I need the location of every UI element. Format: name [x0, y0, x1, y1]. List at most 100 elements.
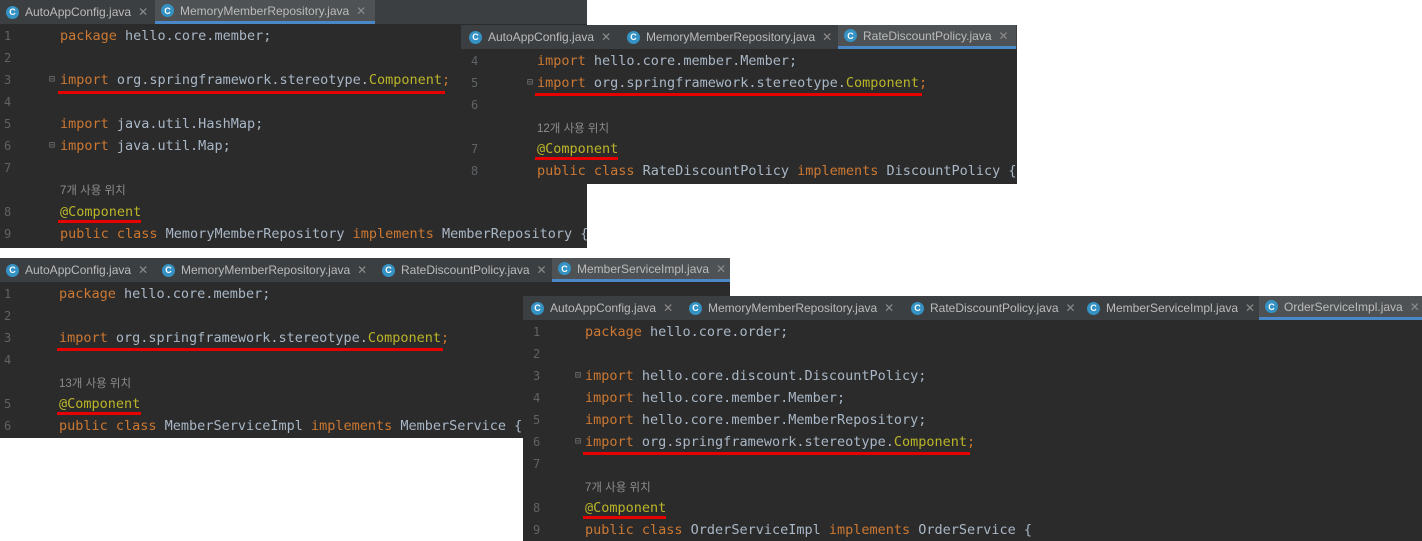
close-icon[interactable]: ✕ — [716, 262, 726, 276]
code-text: org.springframework.stereotype. — [585, 75, 846, 91]
tab-ratediscountpolicy[interactable]: C RateDiscountPolicy.java ✕ — [838, 25, 1016, 49]
tab-ratediscountpolicy[interactable]: C RateDiscountPolicy.java ✕ — [376, 258, 550, 282]
keyword: public class — [60, 226, 158, 242]
code-text: org.springframework.stereotype. — [633, 434, 894, 450]
keyword: implements — [797, 163, 879, 179]
annotation: @Component — [537, 141, 619, 157]
tab-autoappconfig[interactable]: C AutoAppConfig.java ✕ — [525, 296, 681, 320]
close-icon[interactable]: ✕ — [357, 263, 367, 277]
line-number: 4 — [533, 391, 541, 405]
fold-icon[interactable]: ⊟ — [575, 365, 581, 387]
tab-label: MemberServiceImpl.java — [577, 261, 710, 276]
red-underline — [57, 412, 141, 415]
code-text: DiscountPolicy { — [878, 163, 1017, 179]
fold-icon[interactable]: ⊟ — [527, 72, 533, 94]
fold-icon[interactable]: ⊟ — [575, 431, 581, 453]
close-icon[interactable]: ✕ — [138, 5, 148, 19]
line-number: 2 — [533, 347, 541, 361]
line-number: 4 — [4, 353, 12, 367]
fold-icon[interactable]: ⊟ — [49, 69, 55, 91]
usage-hint[interactable]: 12개 사용 위치 — [537, 120, 609, 136]
close-icon[interactable]: ✕ — [822, 30, 832, 44]
line-number: 8 — [471, 164, 479, 178]
close-icon[interactable]: ✕ — [884, 301, 894, 315]
line-number: 4 — [471, 54, 479, 68]
editor-panel-rate-discount-policy: C AutoAppConfig.java ✕ C MemoryMemberRep… — [461, 25, 1017, 184]
keyword: import — [585, 434, 634, 450]
code-text: hello.core.member.Member; — [585, 53, 798, 69]
line-number: 3 — [533, 369, 541, 383]
line-number: 5 — [4, 117, 12, 131]
tab-autoappconfig[interactable]: C AutoAppConfig.java ✕ — [0, 258, 154, 282]
tab-autoappconfig[interactable]: C AutoAppConfig.java ✕ — [463, 25, 619, 49]
tab-label: RateDiscountPolicy.java — [863, 28, 992, 43]
keyword: package — [585, 324, 642, 340]
line-number: 4 — [4, 95, 12, 109]
tab-bar: C AutoAppConfig.java ✕ C MemoryMemberRep… — [523, 296, 1422, 320]
line-number: 3 — [4, 331, 12, 345]
tab-memberserviceimpl[interactable]: C MemberServiceImpl.java ✕ — [1081, 296, 1257, 320]
keyword: implements — [828, 522, 911, 538]
line-number: 5 — [533, 413, 541, 427]
tab-orderserviceimpl[interactable]: C OrderServiceImpl.java ✕ — [1259, 296, 1422, 320]
java-class-icon: C — [1087, 301, 1100, 315]
code-text: org.springframework.stereotype. — [107, 330, 368, 346]
java-class-icon: C — [382, 263, 395, 277]
line-number: 7 — [4, 161, 12, 175]
close-icon[interactable]: ✕ — [999, 29, 1009, 43]
fold-icon[interactable]: ⊟ — [49, 135, 55, 157]
line-number: 7 — [533, 457, 541, 471]
java-class-icon: C — [689, 301, 702, 315]
tab-memberserviceimpl[interactable]: C MemberServiceImpl.java ✕ — [552, 258, 730, 282]
code-text: java.util.HashMap; — [108, 116, 264, 132]
line-number: 6 — [533, 435, 541, 449]
java-class-icon: C — [627, 30, 640, 44]
usage-hint[interactable]: 7개 사용 위치 — [60, 182, 126, 198]
tab-memorymemberrepository[interactable]: C MemoryMemberRepository.java ✕ — [156, 258, 374, 282]
tab-bar: C AutoAppConfig.java ✕ C MemoryMemberRep… — [0, 258, 730, 282]
annotation: @Component — [59, 396, 141, 412]
close-icon[interactable]: ✕ — [356, 4, 366, 18]
red-underline — [583, 516, 666, 519]
code-text: MemberRepository { — [433, 226, 587, 242]
java-class-icon: C — [911, 301, 924, 315]
punctuation: ; — [441, 330, 450, 346]
java-class-icon: C — [162, 263, 175, 277]
red-underline — [57, 348, 443, 351]
close-icon[interactable]: ✕ — [601, 30, 611, 44]
close-icon[interactable]: ✕ — [1410, 300, 1420, 314]
java-class-icon: C — [6, 5, 19, 19]
line-number: 8 — [533, 501, 541, 515]
tab-memorymemberrepository[interactable]: C MemoryMemberRepository.java ✕ — [683, 296, 903, 320]
close-icon[interactable]: ✕ — [1245, 301, 1255, 315]
code-text: hello.core.member.MemberRepository; — [633, 412, 927, 428]
tab-memorymemberrepository[interactable]: C MemoryMemberRepository.java ✕ — [155, 0, 375, 24]
keyword: import — [60, 72, 109, 88]
keyword: public class — [59, 418, 157, 434]
close-icon[interactable]: ✕ — [138, 263, 148, 277]
annotation: @Component — [60, 204, 142, 220]
line-number: 6 — [4, 139, 12, 153]
code-text: OrderService { — [910, 522, 1033, 538]
java-class-icon: C — [558, 262, 571, 275]
tab-label: AutoAppConfig.java — [550, 301, 657, 315]
red-underline — [583, 452, 970, 455]
code-text: RateDiscountPolicy — [634, 163, 798, 179]
close-icon[interactable]: ✕ — [537, 263, 547, 277]
line-number: 5 — [471, 76, 479, 90]
tab-label: OrderServiceImpl.java — [1284, 299, 1403, 314]
annotation: @Component — [585, 500, 667, 516]
usage-hint[interactable]: 7개 사용 위치 — [585, 479, 651, 495]
tab-ratediscountpolicy[interactable]: C RateDiscountPolicy.java ✕ — [905, 296, 1079, 320]
keyword: import — [537, 75, 586, 91]
tab-label: AutoAppConfig.java — [25, 5, 132, 19]
close-icon[interactable]: ✕ — [663, 301, 673, 315]
code-text: hello.core.member; — [115, 286, 271, 302]
close-icon[interactable]: ✕ — [1066, 301, 1076, 315]
code-text: java.util.Map; — [108, 138, 231, 154]
line-number: 6 — [4, 419, 12, 433]
tab-memorymemberrepository[interactable]: C MemoryMemberRepository.java ✕ — [621, 25, 836, 49]
usage-hint[interactable]: 13개 사용 위치 — [59, 375, 131, 391]
class-name: Component — [367, 330, 442, 346]
tab-autoappconfig[interactable]: C AutoAppConfig.java ✕ — [0, 0, 153, 24]
